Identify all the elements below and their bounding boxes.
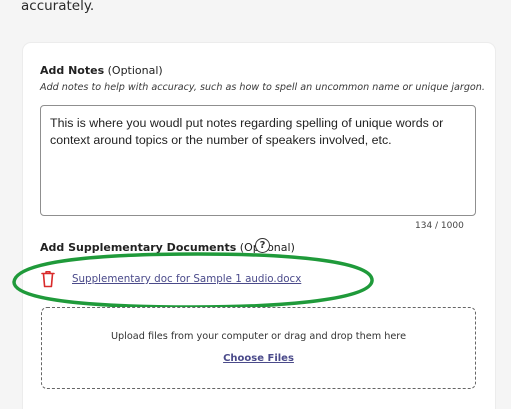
file-dropzone[interactable]: Upload files from your computer or drag …: [41, 307, 476, 389]
notes-heading: Add Notes (Optional): [40, 64, 163, 77]
supplementary-file-link[interactable]: Supplementary doc for Sample 1 audio.doc…: [72, 273, 301, 285]
supplementary-heading-label: Add Supplementary Documents: [40, 241, 237, 254]
intro-trailing-text: accurately.: [21, 0, 95, 14]
choose-files-link[interactable]: Choose Files: [42, 353, 475, 364]
notes-optional-label: (Optional): [104, 64, 163, 77]
notes-char-count: 134 / 1000: [415, 221, 464, 231]
dropzone-text: Upload files from your computer or drag …: [110, 331, 407, 342]
trash-icon[interactable]: [40, 270, 56, 288]
notes-hint: Add notes to help with accuracy, such as…: [40, 82, 485, 93]
notes-textarea[interactable]: This is where you woudl put notes regard…: [40, 105, 476, 216]
notes-heading-label: Add Notes: [40, 64, 105, 77]
help-icon[interactable]: ?: [255, 238, 270, 253]
